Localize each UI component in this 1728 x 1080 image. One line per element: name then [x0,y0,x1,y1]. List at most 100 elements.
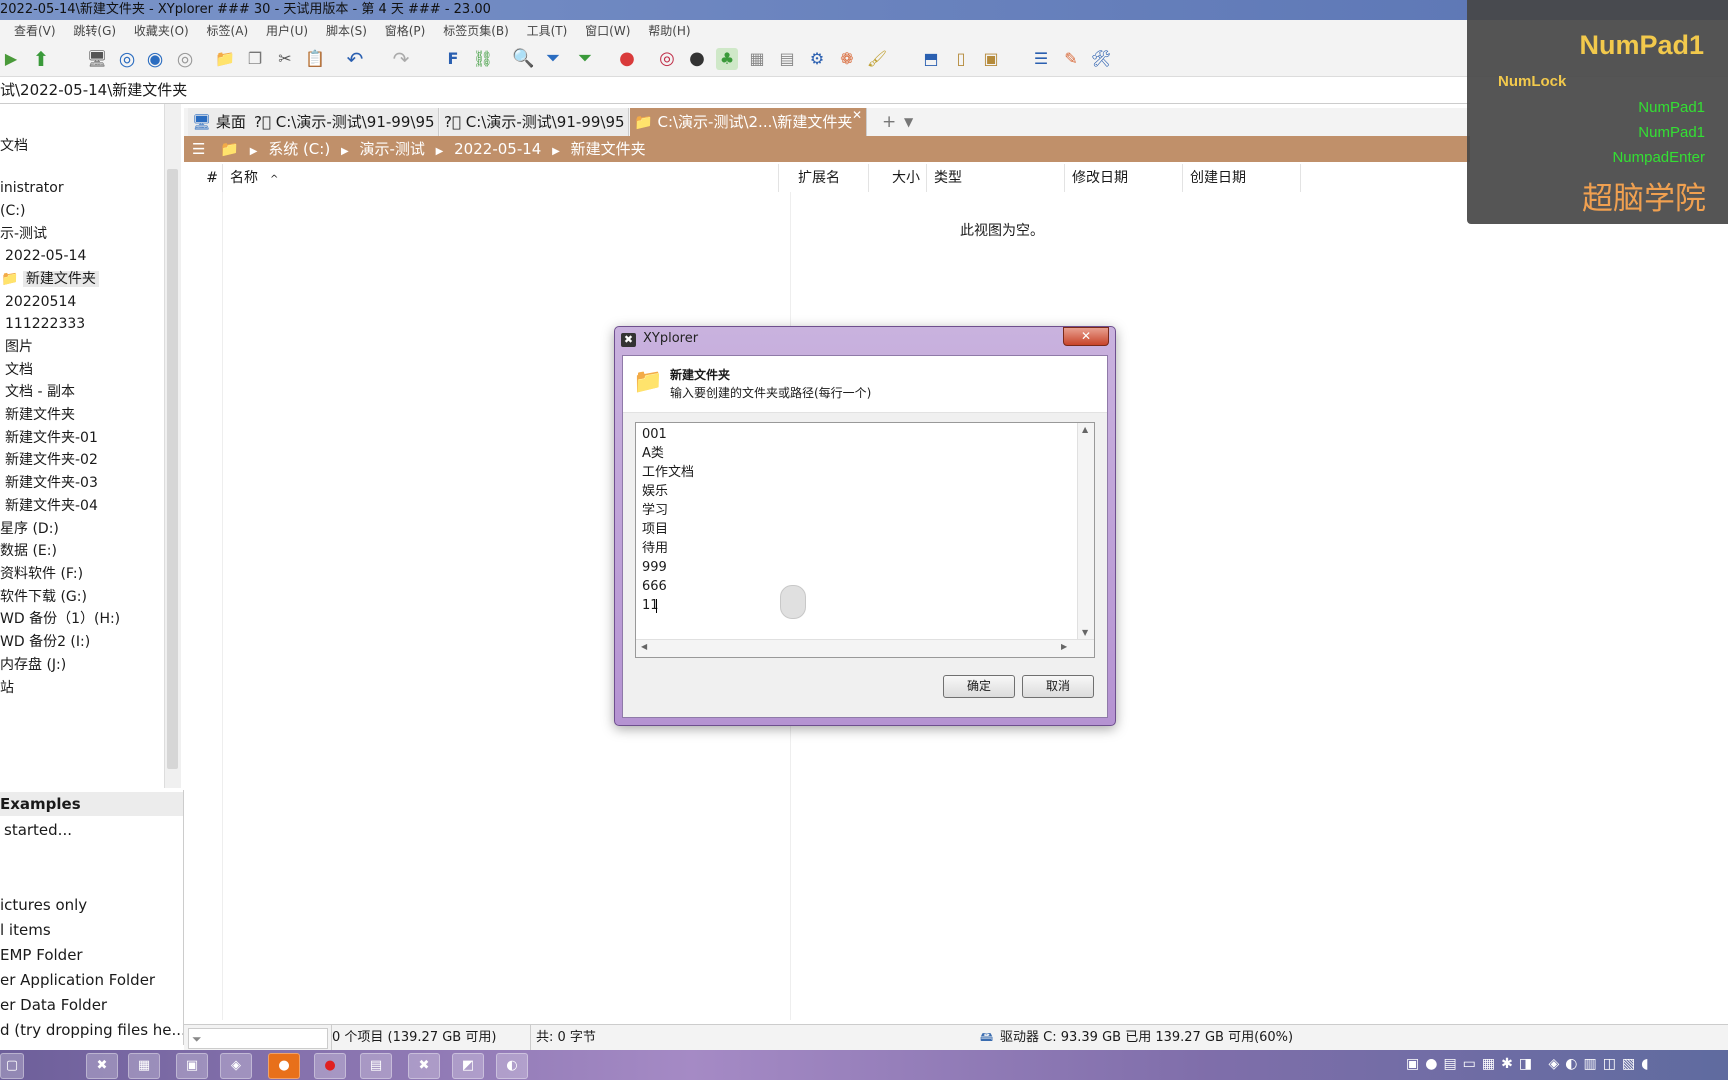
find-files-icon[interactable]: F [442,48,464,70]
settings-gear-icon[interactable]: ⚙ [806,48,828,70]
brush-icon[interactable]: 🖌 [866,48,888,70]
menu-favorites[interactable]: 收藏夹(O) [134,20,189,42]
scrollbar-thumb[interactable] [167,169,178,769]
menu-tools[interactable]: 工具(T) [527,20,568,42]
tree-item[interactable]: 示-测试 [0,223,47,245]
scroll-down-icon[interactable]: ▼ [1082,628,1088,637]
tree-item[interactable]: 新建文件夹-01 [5,427,98,449]
catalog-item[interactable]: EMP Folder [0,943,83,967]
folder-names-textarea[interactable]: 001 A类 工作文档 娱乐 学习 项目 待用 999 666 11 ▲ ▼ ◀… [635,422,1095,658]
tree-item[interactable]: 站 [0,677,14,699]
target-icon[interactable]: ◎ [116,48,138,70]
tree-item[interactable]: 文档 [5,359,33,381]
color-circles-icon[interactable]: ❁ [836,48,858,70]
catalog-header[interactable]: Examples [0,792,183,816]
tree-item[interactable]: 星序 (D:) [0,518,59,540]
tab-path[interactable]: ?⃝ C:\演示-测试\91-99\95 [250,108,439,136]
close-tab-icon[interactable]: ✕ [852,101,862,129]
tree-item[interactable]: WD 备份2 (I:) [0,631,90,653]
menu-script[interactable]: 脚本(S) [326,20,367,42]
column-created[interactable]: 创建日期 [1184,164,1301,192]
menu-goto[interactable]: 跳转(G) [73,20,116,42]
edge-browser-icon[interactable]: ◐ [496,1053,528,1079]
tools-icon[interactable]: 🛠 [1090,48,1112,70]
menu-window[interactable]: 窗口(W) [585,20,630,42]
chevron-down-icon[interactable]: ▼ [904,108,913,136]
xyplorer-task-icon[interactable]: ✖ [86,1053,118,1079]
tab-path[interactable]: ?⃝ C:\演示-测试\91-99\95 [440,108,629,136]
tree-item[interactable]: (C:) [0,200,25,222]
menu-tabsets[interactable]: 标签页集(B) [443,20,509,42]
visual-filter-icon[interactable]: ⏷ [574,48,596,70]
menu-user[interactable]: 用户(U) [266,20,308,42]
tree-scrollbar[interactable] [164,104,181,788]
tree-item[interactable]: 内存盘 (J:) [0,654,66,676]
filter-box[interactable]: ⏷ [188,1028,328,1049]
redo-icon[interactable]: ↷ [390,48,412,70]
column-size[interactable]: 大小 [870,164,927,192]
catalog-item[interactable]: d (try dropping files he... [0,1018,183,1042]
tree-item[interactable]: 软件下载 (G:) [0,586,87,608]
breadcrumb-item[interactable]: 新建文件夹 [571,140,646,158]
details-view-icon[interactable]: ▤ [776,48,798,70]
tree-item[interactable]: 文档 - 副本 [5,381,75,403]
taskbar-app-icon[interactable]: ▤ [360,1053,392,1079]
search-icon[interactable]: 🔍 [512,48,534,70]
taskbar-app-icon[interactable]: ◈ [220,1053,252,1079]
menu-view[interactable]: 查看(V) [14,20,56,42]
taskbar-app-icon[interactable]: ▣ [176,1053,208,1079]
column-name[interactable]: 名称 ^ [224,164,779,192]
tab-desktop[interactable]: 🖥 桌面 [188,108,251,136]
textarea-hscrollbar[interactable]: ◀ ▶ [636,639,1094,657]
catalog-item[interactable]: l items [0,918,51,942]
menu-help[interactable]: 帮助(H) [648,20,690,42]
xyplorer-task-icon[interactable]: ✖ [408,1053,440,1079]
system-tray-icons[interactable]: ▣●▤▭▦✱◨ ◈◐▥◫▧◖ [1406,1056,1655,1072]
paste-icon[interactable]: 📋 [304,48,326,70]
tree-item[interactable]: 2022-05-14 [5,245,86,267]
tree-item[interactable]: WD 备份（1）(H:) [0,608,120,630]
breadcrumb-item[interactable]: 演示-测试 [359,140,424,158]
taskbar-app-icon[interactable]: ◩ [452,1053,484,1079]
copy-icon[interactable]: ❐ [244,48,266,70]
dialog-close-button[interactable]: ✕ [1063,327,1109,346]
cut-icon[interactable]: ✂ [274,48,296,70]
column-modified[interactable]: 修改日期 [1068,164,1183,192]
column-number[interactable]: # [184,164,223,192]
taskbar-app-icon[interactable]: ▢ [0,1053,24,1079]
column-extension[interactable]: 扩展名 [794,164,869,192]
tree-item[interactable]: 新建文件夹-02 [5,449,98,471]
list-icon[interactable]: ☰ [1030,48,1052,70]
menu-pane[interactable]: 窗格(P) [385,20,426,42]
grid-view-icon[interactable]: ▦ [746,48,768,70]
cancel-button[interactable]: 取消 [1022,675,1094,698]
info-panel-icon[interactable]: ▣ [980,48,1002,70]
breadcrumb-item[interactable]: 2022-05-14 [454,140,541,158]
tree-item[interactable]: 新建文件夹 [5,404,75,426]
textarea-vscrollbar[interactable]: ▲ ▼ [1077,423,1094,639]
eraser-icon[interactable]: ✎ [1060,48,1082,70]
scroll-right-icon[interactable]: ▶ [1061,642,1067,651]
scroll-left-icon[interactable]: ◀ [641,642,647,651]
search-circle-icon[interactable]: ◉ [144,48,166,70]
catalog-item[interactable]: er Application Folder [0,968,155,992]
tree-item[interactable]: inistrator [0,177,64,199]
taskbar-app-icon[interactable]: ● [268,1053,300,1079]
address-bar[interactable]: 试\2022-05-14\新建文件夹 [0,77,1470,104]
undo-icon[interactable]: ↶ [344,48,366,70]
tree-item[interactable]: 图片 [5,336,33,358]
new-folder-icon[interactable]: 📁 [214,48,236,70]
tree-item[interactable]: 数据 (E:) [0,540,57,562]
taskbar-app-icon[interactable]: ▦ [128,1053,160,1079]
catalog-item[interactable]: ictures only [0,893,87,917]
preview-pane-icon[interactable]: ▯ [950,48,972,70]
column-type[interactable]: 类型 [930,164,1065,192]
computer-icon[interactable]: 🖥 [86,48,108,70]
dual-pane-icon[interactable]: ⬒ [920,48,942,70]
tree-item[interactable]: 新建文件夹-03 [5,472,98,494]
menu-icon[interactable]: ☰ [192,140,205,158]
tree-item[interactable]: 111222333 [5,313,85,335]
catalog-item[interactable]: er Data Folder [0,993,107,1017]
filter-icon[interactable]: ⏷ [542,48,564,70]
tree-item[interactable]: 20220514 [5,291,76,313]
